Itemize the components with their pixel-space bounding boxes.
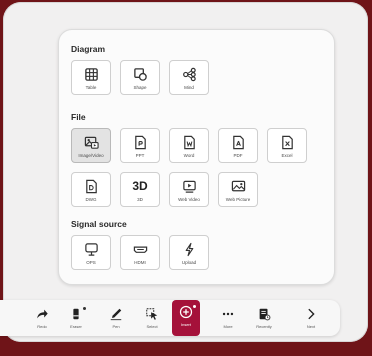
toolbar-pen[interactable]: Pen [102,302,130,334]
toolbar-insert[interactable]: Insert [172,300,200,336]
shape-icon [132,66,148,82]
excel-file-icon [279,134,295,150]
tile-web-video[interactable]: Web Video [169,172,209,207]
tile-pdf[interactable]: PDF [218,128,258,163]
file-grid-row2: DWG 3D 3D Web Video Web Picture [71,172,258,207]
tile-label: Web Picture [225,197,251,202]
eraser-icon [73,308,79,320]
upload-icon [181,241,197,257]
tile-ppt[interactable]: PPT [120,128,160,163]
toolbar-label: Pen [112,324,120,329]
pen-icon [110,308,122,321]
tile-hdmi[interactable]: HDMI [120,235,160,270]
insert-panel: Diagram Table Shape Mind File Image/Vide… [58,29,335,285]
insert-icon [179,305,193,319]
3d-icon: 3D [132,178,148,193]
tile-label: Excel [281,153,293,158]
tile-label: Shape [133,85,147,90]
badge-dot [193,305,196,308]
tile-label: OPS [86,260,96,265]
tile-dwg[interactable]: DWG [71,172,111,207]
tile-upload[interactable]: Upload [169,235,209,270]
tile-label: Mind [184,85,194,90]
toolbar-select[interactable]: Select [138,302,166,334]
section-title-signal-source: Signal source [71,219,127,229]
toolbar-next[interactable]: Next [297,302,325,334]
tile-table[interactable]: Table [71,60,111,95]
table-icon [83,66,99,82]
tile-label: Image/Video [78,153,104,158]
tile-label: Web Video [178,197,200,202]
web-video-icon [181,178,197,194]
tile-label: HDMI [134,260,146,265]
app-frame: Diagram Table Shape Mind File Image/Vide… [3,2,368,342]
toolbar-label: Insert [180,322,191,327]
bottom-toolbar: Redo Eraser Pen Select Insert More Recen… [0,300,340,336]
toolbar-label: Eraser [70,324,82,329]
tile-label: Table [85,85,97,90]
ops-icon [83,241,99,257]
section-title-diagram: Diagram [71,44,106,54]
toolbar-eraser[interactable]: Eraser [62,302,90,334]
select-icon [146,308,158,320]
tile-label: DWG [85,197,97,202]
tile-3d[interactable]: 3D 3D [120,172,160,207]
dwg-file-icon [83,178,99,194]
tile-web-picture[interactable]: Web Picture [218,172,258,207]
toolbar-recently[interactable]: Recently [250,302,278,334]
toolbar-label: Recently [256,324,272,329]
toolbar-label: Redo [37,324,47,329]
badge-dot [83,307,86,310]
section-title-file: File [71,112,86,122]
toolbar-label: Select [146,324,158,329]
tile-excel[interactable]: Excel [267,128,307,163]
image-video-icon [83,134,99,150]
toolbar-more[interactable]: More [214,302,242,334]
pdf-file-icon [230,134,246,150]
recently-icon [259,308,271,321]
tile-ops[interactable]: OPS [71,235,111,270]
next-icon [308,308,315,320]
toolbar-label: More [223,324,233,329]
more-icon [222,312,234,316]
ppt-file-icon [132,134,148,150]
tile-shape[interactable]: Shape [120,60,160,95]
mind-map-icon [181,66,197,82]
tile-word[interactable]: Word [169,128,209,163]
tile-image-video[interactable]: Image/Video [71,128,111,163]
toolbar-label: Next [306,324,316,329]
web-picture-icon [230,178,246,194]
tile-label: PPT [135,153,145,158]
word-file-icon [181,134,197,150]
tile-label: Upload [181,260,197,265]
tile-label: PDF [233,153,243,158]
tile-label: 3D [137,197,143,202]
diagram-grid: Table Shape Mind [71,60,209,95]
file-grid-row1: Image/Video PPT Word PDF Excel [71,128,307,163]
redo-icon [37,309,48,319]
toolbar-redo[interactable]: Redo [28,302,56,334]
signal-grid: OPS HDMI Upload [71,235,209,270]
tile-mind[interactable]: Mind [169,60,209,95]
hdmi-icon [132,241,148,257]
tile-label: Word [183,153,195,158]
